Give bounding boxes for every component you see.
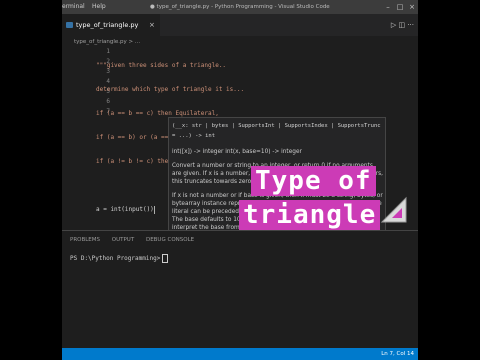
signature-text: (__x: str | bytes | SupportsInt | Suppor… <box>172 123 381 139</box>
window-controls: – □ × <box>382 0 418 14</box>
title-bar: erminal Help ● type_of_triangle.py - Pyt… <box>62 0 418 14</box>
python-file-icon <box>66 22 73 28</box>
code-line-text: a = int(input()) <box>96 206 154 213</box>
panel-tabs: PROBLEMS OUTPUT DEBUG CONSOLE <box>70 237 204 243</box>
overlay-title-line2: triangle <box>239 200 381 230</box>
minimize-icon[interactable]: – <box>382 0 394 14</box>
tab-close-icon[interactable]: × <box>149 14 155 36</box>
text-cursor <box>153 205 155 214</box>
terminal-prompt: PS D:\Python Programming> <box>70 255 161 262</box>
tab-type-of-triangle[interactable]: type_of_triangle.py × <box>62 14 160 36</box>
maximize-icon[interactable]: □ <box>394 0 406 14</box>
title-overlay: Type of triangle <box>185 160 407 244</box>
breadcrumb[interactable]: type_of_triangle.py > ... <box>74 37 140 47</box>
cursor-position[interactable]: Ln 7, Col 14 <box>381 348 414 360</box>
tab-label: type_of_triangle.py <box>76 21 139 29</box>
terminal[interactable]: PS D:\Python Programming> <box>70 254 169 263</box>
menu-terminal[interactable]: erminal <box>62 0 85 14</box>
bottom-panel: PROBLEMS OUTPUT DEBUG CONSOLE PS D:\Pyth… <box>62 230 418 349</box>
tab-problems[interactable]: PROBLEMS <box>70 237 100 243</box>
menu-help[interactable]: Help <box>92 0 106 14</box>
more-actions-icon[interactable]: ··· <box>407 21 414 29</box>
code-line: determine which type of triangle it is..… <box>96 86 245 93</box>
status-bar: Ln 7, Col 14 <box>62 348 418 360</box>
split-editor-icon[interactable]: ◫ <box>398 21 405 29</box>
signature-summary: int([x]) -> integer int(x, base=10) -> i… <box>172 149 302 155</box>
set-square-icon <box>380 196 407 223</box>
code-line: """given three sides of a triangle.. <box>96 62 227 69</box>
run-icon[interactable]: ▷ <box>391 21 396 29</box>
editor-actions: ▷ ◫ ··· <box>391 14 414 36</box>
window-title: ● type_of_triangle.py - Python Programmi… <box>150 4 330 10</box>
tab-bar: type_of_triangle.py × ▷ ◫ ··· <box>62 14 418 36</box>
terminal-cursor <box>162 254 169 263</box>
close-window-icon[interactable]: × <box>406 0 418 14</box>
tab-output[interactable]: OUTPUT <box>112 237 134 243</box>
overlay-title-line1: Type of <box>251 166 376 196</box>
